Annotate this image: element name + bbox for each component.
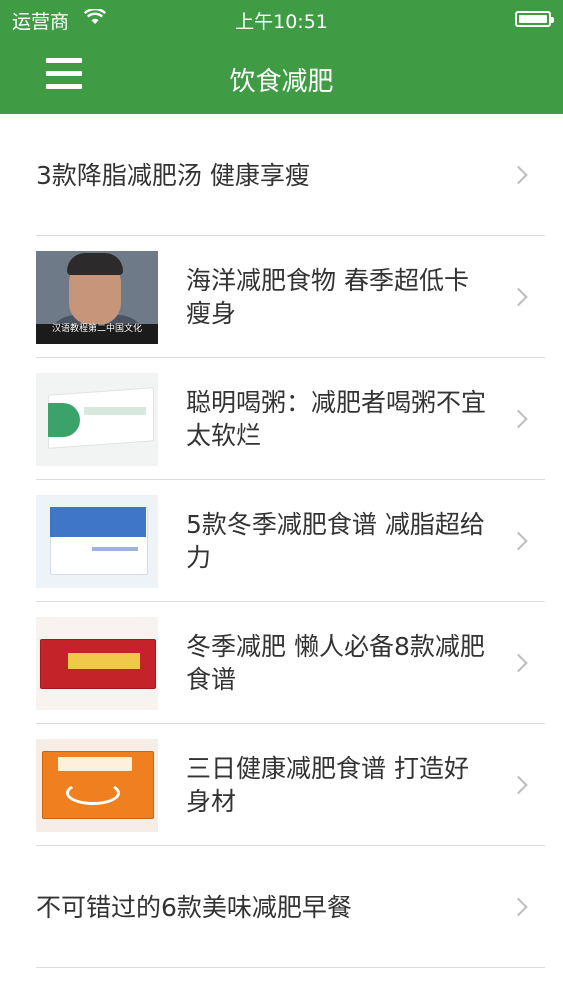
list-item[interactable]: 5款冬季减肥食谱 减脂超给力 bbox=[0, 480, 563, 602]
battery-icon bbox=[515, 11, 554, 27]
list-item-title: 不可错过的6款美味减肥早餐 bbox=[36, 892, 352, 922]
navigation-bar: 饮食减肥 bbox=[0, 40, 563, 114]
list-item[interactable]: 冬季减肥 懒人必备8款减肥食谱 bbox=[0, 602, 563, 724]
divider bbox=[36, 967, 545, 968]
list-item[interactable]: 3款降脂减肥汤 健康享瘦 bbox=[0, 114, 563, 236]
status-time: 上午10:51 bbox=[235, 11, 328, 33]
thumbnail-image: 汉语教程第二中国文化 bbox=[36, 251, 158, 344]
list-item[interactable]: 不可错过的6款美味减肥早餐 bbox=[0, 846, 563, 968]
article-list: 3款降脂减肥汤 健康享瘦 汉语教程第二中国文化 海洋减肥食物 春季超低卡瘦身 聪… bbox=[0, 114, 563, 968]
thumbnail-image bbox=[36, 739, 158, 832]
chevron-right-icon bbox=[509, 165, 528, 185]
page-title: 饮食减肥 bbox=[229, 67, 334, 97]
list-item-title: 5款冬季减肥食谱 减脂超给力 bbox=[186, 510, 485, 572]
list-item[interactable]: 聪明喝粥：减肥者喝粥不宜太软烂 bbox=[0, 358, 563, 480]
list-item-title: 海洋减肥食物 春季超低卡瘦身 bbox=[186, 266, 469, 328]
chevron-right-icon bbox=[509, 287, 528, 307]
chevron-right-icon bbox=[509, 775, 528, 795]
list-item-title: 三日健康减肥食谱 打造好身材 bbox=[186, 754, 469, 816]
thumbnail-caption: 汉语教程第二中国文化 bbox=[36, 324, 158, 344]
list-item-title: 聪明喝粥：减肥者喝粥不宜太软烂 bbox=[186, 388, 487, 450]
list-item-title: 冬季减肥 懒人必备8款减肥食谱 bbox=[186, 632, 485, 694]
list-item-title: 3款降脂减肥汤 健康享瘦 bbox=[36, 160, 310, 190]
chevron-right-icon bbox=[509, 409, 528, 429]
list-item[interactable]: 汉语教程第二中国文化 海洋减肥食物 春季超低卡瘦身 bbox=[0, 236, 563, 358]
thumbnail-image bbox=[36, 495, 158, 588]
list-item[interactable]: 三日健康减肥食谱 打造好身材 bbox=[0, 724, 563, 846]
chevron-right-icon bbox=[509, 897, 528, 917]
thumbnail-image bbox=[36, 617, 158, 710]
chevron-right-icon bbox=[509, 653, 528, 673]
thumbnail-image bbox=[36, 373, 158, 466]
chevron-right-icon bbox=[509, 531, 528, 551]
status-bar: 运营商 上午10:51 bbox=[0, 0, 563, 40]
